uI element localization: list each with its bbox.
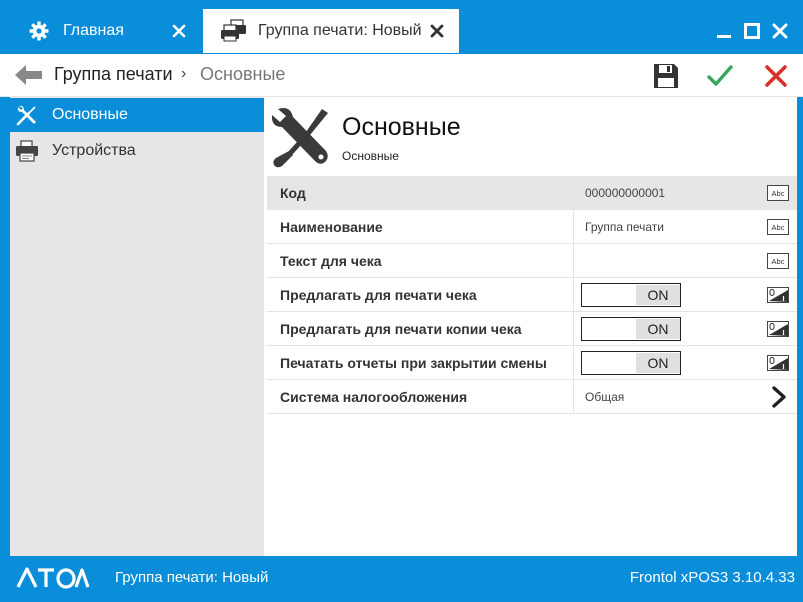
toggle-state: ON [636,319,680,339]
tab-home-close-icon[interactable] [169,21,189,41]
tools-icon [14,103,40,127]
field-row-tax-system[interactable]: Система налогообложения Общая [267,380,797,414]
field-row-offer-receipt-print[interactable]: Предлагать для печати чека ON [267,278,797,312]
atol-logo [16,567,90,589]
status-document: Группа печати: Новый [115,569,269,586]
breadcrumb-current: Основные [200,64,286,84]
tab-home-label: Главная [63,22,124,39]
row-divider [573,346,574,379]
row-divider [573,278,574,311]
field-label: Система налогообложения [280,389,468,405]
printer-group-icon [219,19,249,42]
page-title: Основные [342,113,461,141]
window-close-icon[interactable] [771,22,789,40]
field-row-receipt-text[interactable]: Текст для чека Abc [267,244,797,278]
title-bar: Главная Группа печати: Новый [0,0,803,54]
tab-home[interactable]: Главная [10,9,200,53]
main-content: Основные Основные Код 000000000001 Abc Н… [264,97,797,556]
close-icon[interactable] [762,62,790,90]
page-subtitle: Основные [342,149,399,163]
breadcrumb-separator: › [181,65,187,82]
row-divider [573,312,574,345]
row-divider [573,244,574,277]
checkmark-icon[interactable] [706,62,734,90]
toggle-state: ON [636,285,680,305]
text-type-icon: Abc [767,219,789,235]
sidebar-item-general[interactable]: Основные [10,98,264,132]
tab-print-group-close-icon[interactable] [427,21,447,41]
field-label: Предлагать для печати чека [280,287,477,303]
printer-icon [14,139,40,163]
row-divider [573,380,574,413]
field-value: 000000000001 [585,186,666,200]
field-label: Текст для чека [280,253,382,269]
maximize-icon[interactable] [743,22,761,40]
text-type-icon: Abc [767,253,789,269]
field-row-code[interactable]: Код 000000000001 Abc [267,176,797,210]
field-label: Наименование [280,219,383,235]
toggle-switch[interactable]: ON [581,351,681,375]
back-arrow-icon[interactable] [14,64,44,86]
tools-icon [270,105,332,169]
status-version: Frontol xPOS3 3.10.4.33 [629,569,795,586]
field-label: Предлагать для печати копии чека [280,321,522,337]
toggle-state: ON [636,353,680,373]
field-row-print-reports-on-shift-close[interactable]: Печатать отчеты при закрытии смены ON [267,346,797,380]
text-type-label: Abc [772,189,785,198]
toolbar: Группа печати › Основные [0,54,803,97]
boolean-type-icon [767,321,789,337]
field-label: Код [280,185,306,201]
breadcrumb-parent[interactable]: Группа печати [54,64,173,85]
save-icon[interactable] [652,62,680,90]
gear-icon [29,21,49,41]
sidebar-item-devices[interactable]: Устройства [10,134,264,168]
text-type-label: Abc [772,257,785,266]
boolean-type-icon [767,355,789,371]
tab-print-group-label: Группа печати: Новый [258,22,422,39]
boolean-type-icon [767,287,789,303]
field-value: Группа печати [585,220,665,234]
field-row-offer-receipt-copy-print[interactable]: Предлагать для печати копии чека ON [267,312,797,346]
text-type-label: Abc [772,223,785,232]
window-controls [715,22,789,40]
toggle-switch[interactable]: ON [581,283,681,307]
text-type-icon: Abc [767,185,789,201]
row-divider [573,210,574,243]
field-row-name[interactable]: Наименование Группа печати Abc [267,210,797,244]
toggle-switch[interactable]: ON [581,317,681,341]
chevron-right-icon[interactable] [771,386,787,408]
minimize-icon[interactable] [715,22,733,40]
field-label: Печатать отчеты при закрытии смены [280,355,547,371]
sidebar: Основные Устройства [10,97,264,556]
status-bar: Группа печати: Новый Frontol xPOS3 3.10.… [0,556,803,602]
tab-print-group[interactable]: Группа печати: Новый [203,9,459,53]
sidebar-item-label: Основные [52,106,128,123]
sidebar-item-label: Устройства [52,142,136,159]
field-value: Общая [585,390,625,404]
